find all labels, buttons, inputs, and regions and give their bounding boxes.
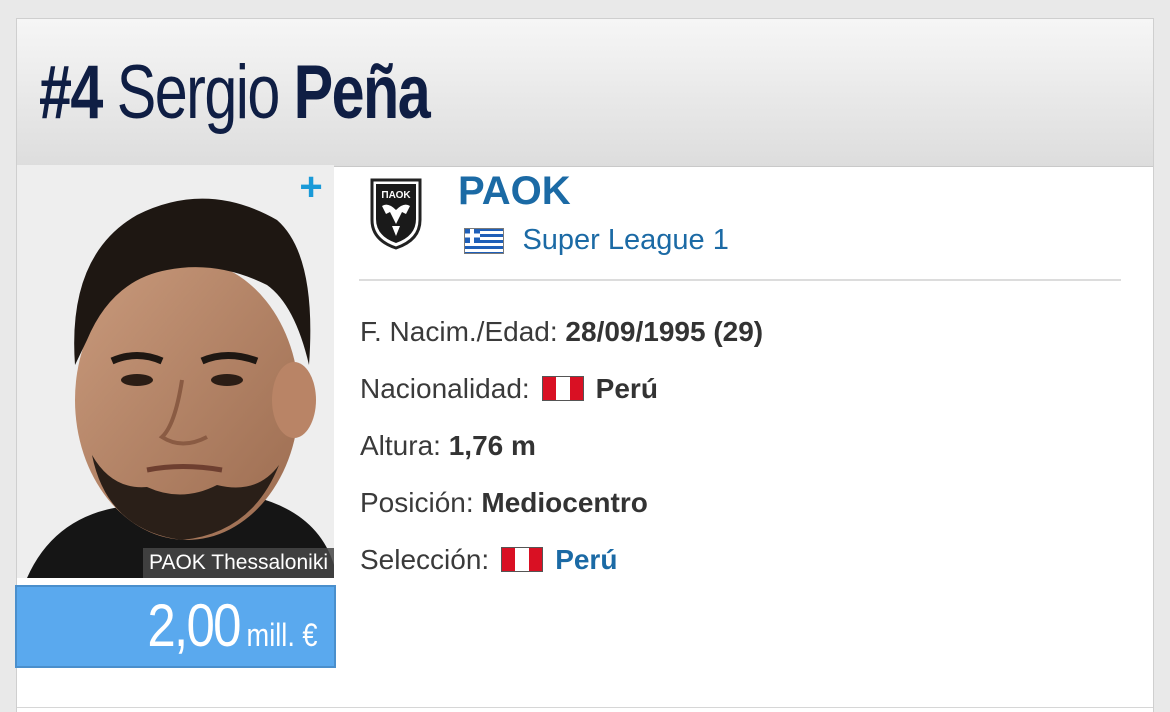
info-row-national-team: Selección: Perú	[360, 540, 763, 597]
player-title: #4 Sergio Peña	[39, 47, 431, 139]
market-value-unit: mill. €	[246, 617, 318, 653]
national-team-label: Selección:	[360, 544, 490, 575]
height-value: 1,76 m	[448, 430, 536, 461]
birth-label: F. Nacim./Edad:	[360, 316, 558, 347]
player-photo-illustration	[17, 165, 334, 578]
height-label: Altura:	[360, 430, 441, 461]
player-number: #4	[39, 50, 103, 135]
national-team-link[interactable]: Perú	[555, 544, 617, 575]
player-last-name: Peña	[293, 50, 431, 135]
info-row-birth: F. Nacim./Edad: 28/09/1995 (29)	[360, 312, 763, 369]
club-crest-text: ΠΑΟΚ	[381, 190, 411, 201]
player-header: #4 Sergio Peña	[17, 19, 1153, 167]
market-value-box[interactable]: 2,00 mill. €	[15, 585, 336, 668]
photo-caption: PAOK Thessaloniki	[143, 548, 334, 578]
card-bottom-divider	[17, 707, 1153, 708]
player-info: F. Nacim./Edad: 28/09/1995 (29) Nacional…	[360, 312, 763, 597]
info-row-nationality: Nacionalidad: Perú	[360, 369, 763, 426]
peru-flag-icon	[541, 376, 584, 401]
greece-flag-icon	[464, 227, 504, 254]
market-value-amount: 2,00	[147, 592, 242, 659]
nationality-label: Nacionalidad:	[360, 373, 530, 404]
peru-flag-icon	[501, 547, 544, 572]
league-row[interactable]: Super League 1	[464, 224, 729, 260]
birth-value: 28/09/1995 (29)	[565, 316, 764, 347]
info-row-position: Posición: Mediocentro	[360, 483, 763, 540]
player-first-name: Sergio	[116, 50, 281, 135]
nationality-value: Perú	[595, 373, 658, 404]
club-name-link[interactable]: PAOK	[458, 168, 571, 214]
info-row-height: Altura: 1,76 m	[360, 426, 763, 483]
club-divider	[359, 279, 1121, 281]
club-crest-icon[interactable]: ΠΑΟΚ	[368, 176, 424, 250]
league-name-link[interactable]: Super League 1	[522, 224, 728, 257]
position-value: Mediocentro	[481, 487, 648, 518]
player-photo[interactable]: PAOK Thessaloniki	[17, 165, 334, 578]
position-label: Posición:	[360, 487, 474, 518]
plus-icon[interactable]: +	[296, 167, 326, 207]
